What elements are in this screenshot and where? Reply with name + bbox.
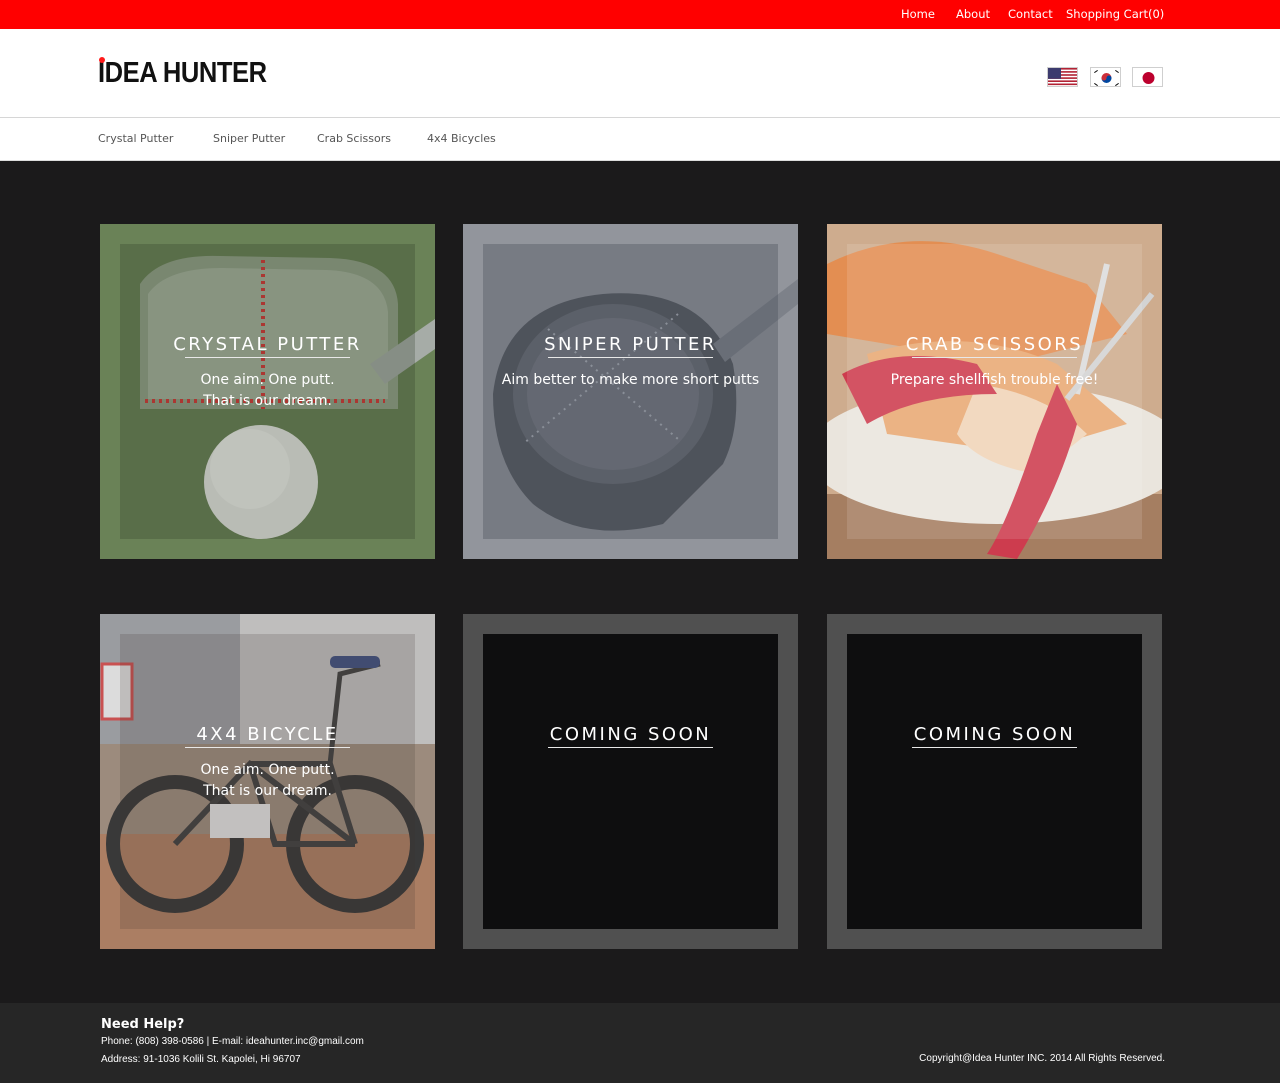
- tile-crystal-putter[interactable]: CRYSTAL PUTTER One aim. One putt. That i…: [100, 224, 435, 559]
- tile-coming-soon-2[interactable]: COMING SOON: [827, 614, 1162, 949]
- product-grid: CRYSTAL PUTTER One aim. One putt. That i…: [0, 161, 1280, 1003]
- nav-item-crystal-putter[interactable]: Crystal Putter: [98, 132, 173, 145]
- nav-item-4x4-bicycles[interactable]: 4x4 Bicycles: [427, 132, 496, 145]
- about-link[interactable]: About: [956, 7, 990, 21]
- title-underline: [548, 747, 713, 748]
- tile-coming-soon-1[interactable]: COMING SOON: [463, 614, 798, 949]
- title-underline: [185, 357, 350, 358]
- product-nav: Crystal Putter Sniper Putter Crab Scisso…: [0, 118, 1280, 161]
- japan-flag-icon[interactable]: [1132, 67, 1163, 87]
- logo-dot: [99, 57, 105, 63]
- tile-title: CRYSTAL PUTTER: [173, 334, 362, 355]
- nav-item-crab-scissors[interactable]: Crab Scissors: [317, 132, 391, 145]
- nav-item-sniper-putter[interactable]: Sniper Putter: [213, 132, 285, 145]
- tile-sniper-putter[interactable]: SNIPER PUTTER Aim better to make more sh…: [463, 224, 798, 559]
- top-bar: Home About Contact Shopping Cart(0): [0, 0, 1280, 29]
- tile-crab-scissors[interactable]: CRAB SCISSORS Prepare shellfish trouble …: [827, 224, 1162, 559]
- contact-link[interactable]: Contact: [1008, 7, 1053, 21]
- tile-title: COMING SOON: [913, 724, 1076, 745]
- site-footer: Need Help? Phone: (808) 398-0586 | E-mai…: [0, 1003, 1280, 1083]
- tile-title: CRAB SCISSORS: [905, 334, 1084, 355]
- home-link[interactable]: Home: [901, 7, 935, 21]
- tile-subtitle: One aim. One putt. That is our dream.: [200, 762, 335, 799]
- need-help-heading: Need Help?: [101, 1017, 185, 1032]
- title-underline: [548, 357, 713, 358]
- title-underline: [912, 357, 1077, 358]
- korea-flag-icon[interactable]: [1090, 67, 1121, 87]
- logo-text: IDEA HUNTER: [98, 57, 267, 89]
- us-flag-icon[interactable]: [1047, 67, 1078, 87]
- tile-title: SNIPER PUTTER: [544, 334, 717, 355]
- tile-4x4-bicycle[interactable]: 4X4 BICYCLE One aim. One putt. That is o…: [100, 614, 435, 949]
- tile-subtitle: Prepare shellfish trouble free!: [890, 372, 1099, 388]
- tile-title: 4X4 BICYCLE: [196, 724, 339, 745]
- site-header: IDEA HUNTER: [0, 29, 1280, 118]
- tile-subtitle: Aim better to make more short putts: [501, 372, 760, 388]
- tile-title: COMING SOON: [549, 724, 712, 745]
- address-info: Address: 91-1036 Kolili St. Kapolei, Hi …: [101, 1054, 301, 1065]
- title-underline: [185, 747, 350, 748]
- contact-info: Phone: (808) 398-0586 | E-mail: ideahunt…: [101, 1036, 364, 1047]
- title-underline: [912, 747, 1077, 748]
- tile-subtitle: One aim. One putt. That is our dream.: [200, 372, 335, 409]
- shopping-cart-link[interactable]: Shopping Cart(0): [1066, 7, 1164, 21]
- copyright-text: Copyright@Idea Hunter INC. 2014 All Righ…: [919, 1053, 1165, 1064]
